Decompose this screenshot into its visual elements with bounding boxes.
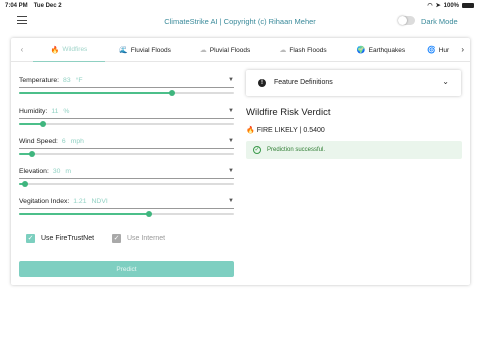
vegetation-index-unit: NDVI bbox=[91, 198, 108, 205]
app-header: ClimateStrike AI | Copyright (c) Rihaan … bbox=[0, 11, 480, 31]
dropdown-arrow-icon[interactable]: ▼ bbox=[228, 168, 234, 174]
check-circle-icon: ✓ bbox=[253, 146, 261, 154]
hurricane-icon: 🌀 bbox=[427, 47, 436, 54]
field-label: Humidity: bbox=[19, 108, 48, 115]
field-label: Wind Speed: bbox=[19, 138, 58, 145]
fire-icon: 🔥 bbox=[246, 127, 255, 134]
feature-definitions-panel[interactable]: ! Feature Definitions ⌄ bbox=[246, 70, 461, 96]
tabs-right-arrow-icon[interactable]: › bbox=[461, 45, 464, 54]
tab-hurricanes[interactable]: 🌀 Hur bbox=[421, 38, 458, 62]
slider-thumb[interactable] bbox=[28, 151, 35, 157]
feature-definitions-title: Feature Definitions bbox=[274, 79, 333, 86]
slider-thumb[interactable] bbox=[22, 181, 29, 187]
dark-mode-label: Dark Mode bbox=[421, 17, 458, 26]
slider-thumb[interactable] bbox=[39, 121, 46, 127]
battery-icon bbox=[462, 3, 474, 8]
tab-flash-floods[interactable]: ☁ Flash Floods bbox=[265, 38, 341, 62]
elevation-unit: m bbox=[65, 168, 72, 175]
vegetation-index-field: Vegitation Index: 1.21 NDVI ▼ bbox=[19, 198, 234, 222]
slider-thumb[interactable] bbox=[168, 90, 175, 96]
cloud-icon: ☁ bbox=[279, 47, 287, 54]
temperature-field: Temperature: 83 °F ▼ bbox=[19, 77, 234, 101]
main-card: ‹ 🔥 Wildfires 🌊 Fluvial Floods ☁ Pluvial… bbox=[11, 38, 470, 285]
hazard-tabs: ‹ 🔥 Wildfires 🌊 Fluvial Floods ☁ Pluvial… bbox=[11, 38, 470, 62]
status-battery: 100% bbox=[443, 2, 459, 9]
tab-label: Hur bbox=[438, 46, 450, 54]
humidity-field: Humidity: 11% ▼ bbox=[19, 108, 234, 132]
wind-speed-unit: mph bbox=[70, 138, 84, 145]
temperature-unit: °F bbox=[75, 77, 83, 84]
info-icon: ! bbox=[258, 79, 266, 87]
dropdown-arrow-icon[interactable]: ▼ bbox=[228, 198, 234, 204]
success-alert: ✓ Prediction successful. bbox=[246, 141, 462, 159]
wind-speed-slider[interactable] bbox=[19, 151, 234, 157]
humidity-unit: % bbox=[63, 108, 70, 115]
temperature-slider[interactable] bbox=[19, 90, 234, 96]
tab-wildfires[interactable]: 🔥 Wildfires bbox=[33, 38, 105, 62]
field-label: Vegitation Index: bbox=[19, 198, 70, 205]
dropdown-arrow-icon[interactable]: ▼ bbox=[228, 138, 234, 144]
status-time: 7:04 PM bbox=[5, 2, 28, 9]
location-icon: ➤ bbox=[435, 3, 441, 9]
temperature-input[interactable]: 83 bbox=[63, 77, 71, 84]
tabs-left-arrow-icon[interactable]: ‹ bbox=[11, 45, 33, 54]
wind-speed-field: Wind Speed: 6 mph ▼ bbox=[19, 138, 234, 162]
status-bar: 7:04 PM Tue Dec 2 ◠ ➤ 100% bbox=[0, 0, 480, 11]
tab-label: Flash Floods bbox=[289, 46, 327, 54]
checkbox-label: Use Internet bbox=[127, 235, 166, 242]
chevron-down-icon[interactable]: ⌄ bbox=[442, 77, 449, 86]
internet-checkbox: ✓ bbox=[112, 234, 121, 243]
internet-option: ✓ Use Internet bbox=[112, 234, 165, 243]
firetrustnet-checkbox[interactable]: ✓ bbox=[26, 234, 35, 243]
dark-mode-toggle[interactable] bbox=[398, 16, 415, 25]
firetrustnet-option: ✓ Use FireTrustNet bbox=[26, 234, 94, 243]
tab-label: Fluvial Floods bbox=[130, 46, 171, 54]
tab-label: Earthquakes bbox=[368, 46, 406, 54]
fire-icon: 🔥 bbox=[50, 46, 60, 54]
elevation-input[interactable]: 30 bbox=[53, 168, 61, 175]
verdict-result: 🔥 FIRE LIKELY | 0.5400 bbox=[246, 126, 325, 135]
predict-button[interactable]: Predict bbox=[19, 261, 234, 277]
success-message: Prediction successful. bbox=[267, 147, 326, 153]
tab-fluvial-floods[interactable]: 🌊 Fluvial Floods bbox=[105, 38, 185, 62]
tab-earthquakes[interactable]: 🌍 Earthquakes bbox=[341, 38, 421, 62]
field-label: Elevation: bbox=[19, 168, 49, 175]
verdict-result-text: FIRE LIKELY | 0.5400 bbox=[256, 126, 325, 134]
wifi-icon: ◠ bbox=[427, 3, 433, 9]
vegetation-index-slider[interactable] bbox=[19, 211, 234, 217]
wave-icon: 🌊 bbox=[119, 47, 128, 54]
dropdown-arrow-icon[interactable]: ▼ bbox=[228, 108, 234, 114]
elevation-slider[interactable] bbox=[19, 181, 234, 187]
cloud-icon: ☁ bbox=[199, 47, 207, 54]
checkbox-label: Use FireTrustNet bbox=[41, 235, 95, 242]
humidity-input[interactable]: 11 bbox=[51, 108, 58, 115]
vegetation-index-input[interactable]: 1.21 bbox=[73, 198, 86, 205]
status-date: Tue Dec 2 bbox=[33, 2, 62, 9]
globe-icon: 🌍 bbox=[356, 47, 366, 54]
field-label: Temperature: bbox=[19, 77, 60, 84]
tab-list: 🔥 Wildfires 🌊 Fluvial Floods ☁ Pluvial F… bbox=[33, 38, 458, 62]
wind-speed-input[interactable]: 6 bbox=[62, 138, 66, 145]
slider-thumb[interactable] bbox=[146, 211, 153, 217]
dropdown-arrow-icon[interactable]: ▼ bbox=[228, 77, 234, 83]
tab-label: Pluvial Floods bbox=[209, 46, 251, 54]
tab-pluvial-floods[interactable]: ☁ Pluvial Floods bbox=[185, 38, 265, 62]
humidity-slider[interactable] bbox=[19, 121, 234, 127]
verdict-title: Wildfire Risk Verdict bbox=[246, 107, 331, 118]
tab-label: Wildfires bbox=[62, 46, 88, 53]
elevation-field: Elevation: 30 m ▼ bbox=[19, 168, 234, 192]
